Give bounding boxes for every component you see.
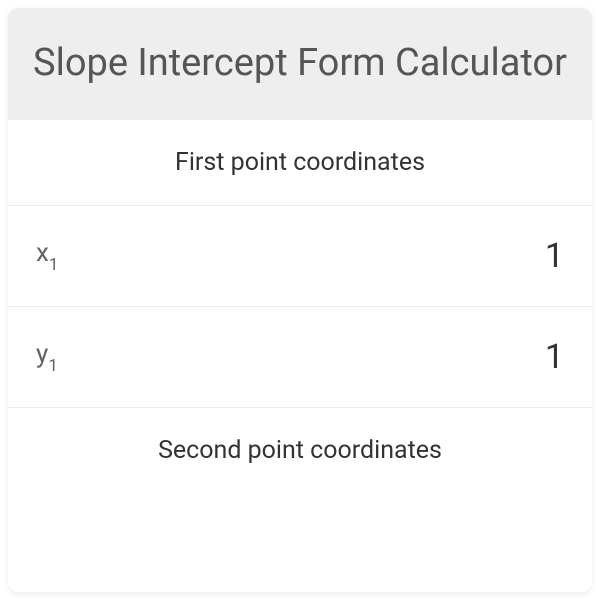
section-title-second: Second point coordinates: [8, 408, 592, 465]
input-row-y1[interactable]: y1 1: [8, 307, 592, 408]
value-y1[interactable]: 1: [545, 337, 564, 377]
label-x1-base: x: [36, 238, 49, 268]
calculator-header: Slope Intercept Form Calculator: [8, 8, 592, 120]
section-title-first: First point coordinates: [8, 120, 592, 206]
label-x1-sub: 1: [49, 255, 59, 275]
label-y1: y1: [36, 339, 58, 373]
input-row-x1[interactable]: x1 1: [8, 206, 592, 307]
calculator-card: Slope Intercept Form Calculator First po…: [8, 8, 592, 592]
label-y1-base: y: [36, 339, 48, 369]
label-x1: x1: [36, 238, 58, 272]
label-y1-sub: 1: [48, 356, 58, 376]
page-title: Slope Intercept Form Calculator: [32, 40, 568, 88]
value-x1[interactable]: 1: [545, 236, 564, 276]
